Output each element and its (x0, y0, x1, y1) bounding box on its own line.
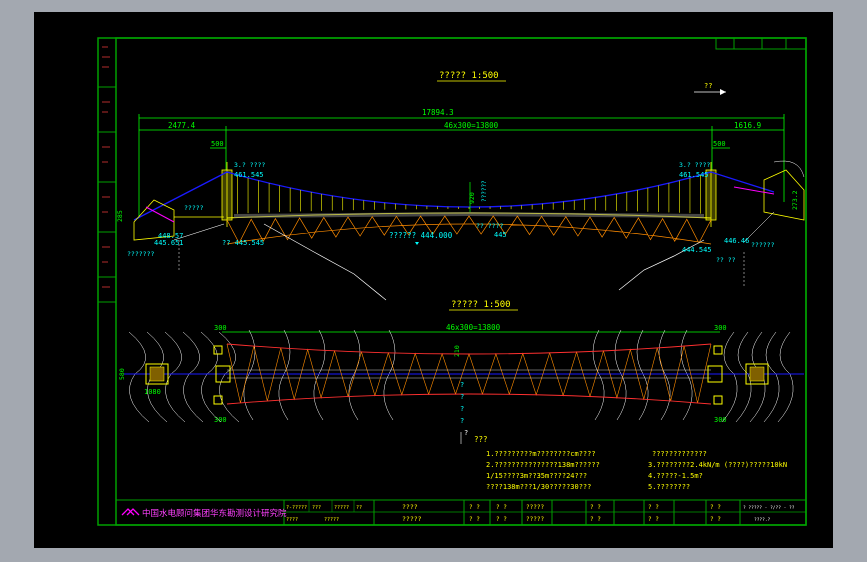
mid-label: ?? ???? (476, 222, 503, 230)
tb-c1a: ?-????? (286, 505, 307, 511)
plan-vertical-2: ? (460, 393, 464, 401)
tb-c9a: ? ? (710, 504, 721, 511)
plan-300-tl: 300 (214, 324, 227, 332)
drawing-canvas[interactable]: ????? 1:500 ?? 17894.3 2477.4 46x300=138… (34, 12, 833, 548)
right-elev-1: 444.545 (682, 246, 712, 254)
tb-c3a: ???? (402, 503, 418, 511)
institute-name: 中国水电顾问集团华东勘测设计研究院 (142, 508, 287, 519)
tb-c7a: ? ? (590, 504, 601, 511)
right-elev-2: 446.46 (724, 237, 749, 245)
note-r1: ????????????? (652, 450, 707, 458)
drawing-date: ????.? (754, 517, 771, 523)
left-note2: ??????? (127, 250, 154, 258)
plan-cable-top (226, 343, 712, 355)
right-500-dim: 500 (713, 140, 726, 148)
note-2: 2.???????????????138m?????? (486, 461, 600, 469)
left-500-dim: 500 (211, 140, 224, 148)
sidebar-marks (102, 46, 110, 288)
cad-viewport: ????? 1:500 ?? 17894.3 2477.4 46x300=138… (0, 0, 867, 562)
contour (680, 329, 693, 421)
contour (763, 331, 780, 423)
contour (182, 331, 204, 423)
drawing-number: ? ????? - ?/?? - ?? (743, 505, 795, 511)
tb-c8b: ? ? (648, 516, 659, 523)
total-span-dim: 17894.3 (422, 108, 454, 117)
note-r4: 5.???????? (648, 483, 690, 491)
plan-cable-bottom (226, 393, 712, 405)
plan-vertical-1: ? (460, 381, 464, 389)
right-end-dim: 1616.9 (734, 121, 761, 130)
contour (721, 331, 738, 423)
plan-vertical-4: ? (460, 417, 464, 425)
tb-c3b: ????? (402, 515, 422, 523)
left-top-elev: 461.545 (234, 171, 264, 179)
contour (592, 329, 605, 421)
tb-c7b: ? ? (590, 516, 601, 523)
tb-c5a: ? ? (496, 504, 507, 511)
note-4: ????138m???1/30?????30??? (486, 483, 591, 491)
right-note: ?????? (751, 241, 775, 249)
contour (735, 331, 752, 423)
deck-slab (234, 212, 704, 218)
left-top-label: 3.? ???? (234, 161, 265, 169)
right-note2: ?? ?? (716, 256, 736, 264)
contour (636, 329, 649, 421)
left-terrain (263, 223, 387, 301)
plan-1080: 1080 (144, 388, 161, 396)
under-truss (226, 215, 712, 245)
left-285-dim: 285 (116, 210, 124, 222)
left-note: ????? (184, 204, 204, 212)
plan-title: ????? 1:500 (451, 300, 511, 310)
plan-water: ? (464, 429, 468, 437)
notes-heading: ??? (474, 435, 488, 444)
tb-c1b: ??? (312, 505, 321, 511)
contour (313, 329, 326, 421)
tb-c5b: ? ? (496, 516, 507, 523)
tb-c6a: ????? (526, 504, 544, 511)
contour (658, 329, 671, 421)
right-top-elev: 461.545 (679, 171, 709, 179)
north-label: ?? (704, 82, 712, 90)
left-elev-2: ?? 445.545 (222, 239, 264, 247)
left-end-dim: 2477.4 (168, 121, 196, 130)
note-r3: 4.?????-1.5m? (648, 472, 703, 480)
elevation-title: ????? 1:500 (439, 71, 499, 81)
contour (614, 329, 627, 421)
contour (278, 329, 291, 421)
plan-vertical-3: ? (460, 405, 464, 413)
note-r2: 3.????????2.4kN/m (????)?????10kN (648, 461, 787, 469)
left-elev-1: 445.651 (154, 239, 184, 247)
main-span-dim: 46x300=13800 (444, 121, 499, 130)
plan-main-span: 46x300=13800 (446, 323, 501, 332)
note-3: 1/15????3m??35m????24??? (486, 472, 587, 480)
drawing-svg: ????? 1:500 ?? 17894.3 2477.4 46x300=138… (97, 37, 807, 526)
plan-210: 210 (453, 345, 461, 357)
sag-note: ?????? (481, 180, 488, 202)
water-level: ?????? 444.000 (389, 231, 453, 240)
plan-300-tr: 300 (714, 324, 727, 332)
tb-c1c: ????? (334, 505, 349, 511)
tb-c4b: ? ? (469, 516, 480, 523)
tb-c4a: ? ? (469, 504, 480, 511)
right-top-label: 3.? ???? (679, 161, 710, 169)
right-abutment (733, 160, 805, 287)
tb-c2a: ???? (286, 517, 298, 523)
right-dim: 273.2 (791, 190, 799, 210)
note-1: 1.?????????m????????cm???? (486, 450, 596, 458)
plan-300-br: 300 (714, 416, 727, 424)
tb-c9b: ? ? (710, 516, 721, 523)
tb-c1d: ?? (356, 505, 362, 511)
sag-dim: 920 (468, 192, 476, 204)
tb-c6b: ????? (526, 516, 544, 523)
institute-logo (121, 508, 140, 516)
tb-c2b: ????? (324, 517, 339, 523)
contour (383, 329, 396, 421)
contour (777, 331, 794, 423)
mid-elev: 445 (494, 231, 507, 239)
contour (243, 329, 256, 421)
tb-c8a: ? ? (648, 504, 659, 511)
